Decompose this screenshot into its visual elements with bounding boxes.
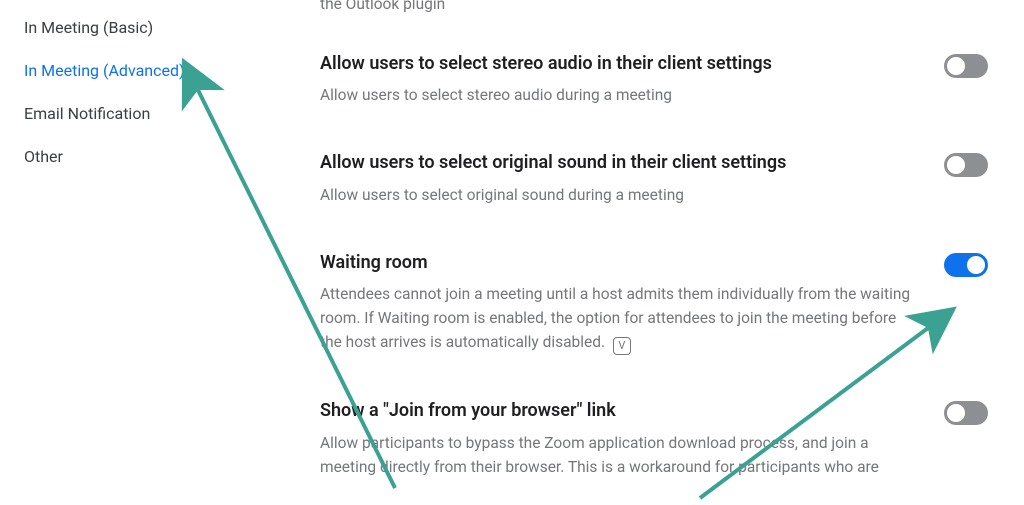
- toggle-stereo-audio[interactable]: [944, 54, 988, 78]
- sidebar-item-email-notification[interactable]: Email Notification: [24, 104, 260, 123]
- sidebar-item-other[interactable]: Other: [24, 147, 260, 166]
- setting-row-waiting-room: Waiting room Attendees cannot join a mee…: [320, 251, 988, 355]
- settings-tabs-sidebar: In Meeting (Basic) In Meeting (Advanced)…: [0, 0, 260, 505]
- setting-row-stereo-audio: Allow users to select stereo audio in th…: [320, 52, 988, 107]
- toggle-join-browser[interactable]: [944, 401, 988, 425]
- setting-desc: Attendees cannot join a meeting until a …: [320, 282, 912, 355]
- setting-title: Waiting room: [320, 251, 912, 274]
- modified-badge-icon: V: [613, 337, 631, 355]
- setting-title: Allow users to select stereo audio in th…: [320, 52, 912, 75]
- setting-row-original-sound: Allow users to select original sound in …: [320, 151, 988, 206]
- setting-title: Allow users to select original sound in …: [320, 151, 912, 174]
- sidebar-item-in-meeting-basic[interactable]: In Meeting (Basic): [24, 18, 260, 37]
- setting-desc: Allow participants to bypass the Zoom ap…: [320, 431, 912, 479]
- toggle-waiting-room[interactable]: [944, 253, 988, 277]
- setting-desc: Allow users to select stereo audio durin…: [320, 83, 912, 107]
- toggle-original-sound[interactable]: [944, 153, 988, 177]
- setting-row-outlook-fragment: the Outlook plugin: [320, 0, 988, 16]
- setting-desc: Allow users to select original sound dur…: [320, 183, 912, 207]
- setting-title: Show a "Join from your browser" link: [320, 399, 912, 422]
- sidebar-item-in-meeting-advanced[interactable]: In Meeting (Advanced): [24, 61, 260, 80]
- settings-content: the Outlook plugin Allow users to select…: [260, 0, 1024, 505]
- setting-row-join-browser: Show a "Join from your browser" link All…: [320, 399, 988, 478]
- setting-desc: the Outlook plugin: [320, 0, 956, 16]
